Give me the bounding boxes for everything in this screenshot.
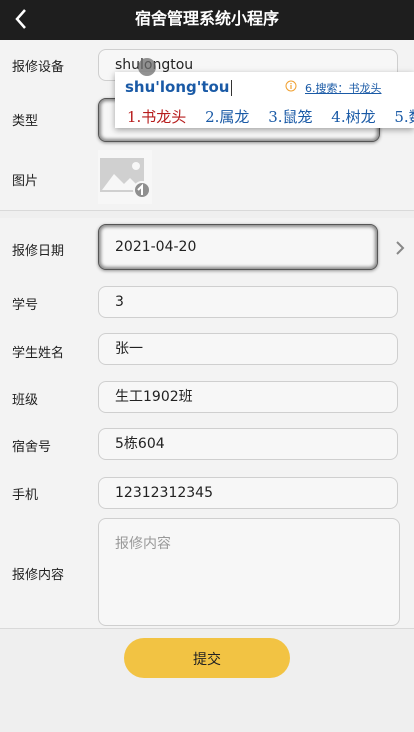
phone-input[interactable]: 12312312345: [98, 477, 398, 509]
date-picker[interactable]: 2021-04-20: [98, 224, 378, 270]
form-row-class: 班级 生工1902班: [0, 374, 414, 421]
form-row-dorm: 宿舍号 5栋604: [0, 420, 414, 469]
dorm-input[interactable]: 5栋604: [98, 428, 398, 460]
image-upload-button[interactable]: [98, 150, 152, 204]
student-name-label: 学生姓名: [12, 346, 65, 361]
chevron-right-icon[interactable]: [394, 240, 406, 256]
ime-candidate[interactable]: 5.数: [394, 108, 414, 126]
student-no-label: 学号: [12, 298, 39, 313]
form-row-phone: 手机 12312312345: [0, 468, 414, 517]
touch-cursor: [138, 58, 156, 76]
ime-candidate-list: 1.书龙头 2.属龙 3.鼠笼 4.树龙 5.数: [127, 106, 414, 127]
device-label: 报修设备: [12, 60, 65, 75]
form-row-student-no: 学号 3: [0, 280, 414, 327]
add-image-icon: [100, 158, 151, 199]
form-row-student-name: 学生姓名 张一: [0, 326, 414, 375]
ime-candidate[interactable]: 2.属龙: [205, 108, 249, 126]
student-no-input[interactable]: 3: [98, 286, 398, 318]
info-icon: [285, 80, 297, 92]
class-label: 班级: [12, 393, 39, 408]
form-row-content: 报修内容 报修内容: [0, 516, 414, 629]
submit-button[interactable]: 提交: [124, 638, 290, 678]
navigation-bar: 宿舍管理系统小程序: [0, 0, 414, 40]
ime-candidate[interactable]: 3.鼠笼: [268, 108, 312, 126]
page-title: 宿舍管理系统小程序: [134, 9, 279, 28]
ime-candidate-window: shu'long'tou 6.搜索：书龙头 1.书龙头 2.属龙 3.鼠笼 4.…: [115, 72, 414, 128]
student-name-input[interactable]: 张一: [98, 333, 398, 365]
ime-candidate[interactable]: 4.树龙: [331, 108, 375, 126]
form-row-image: 图片: [0, 148, 414, 211]
ime-composition: shu'long'tou: [125, 78, 232, 96]
date-label: 报修日期: [12, 244, 65, 259]
ime-candidate[interactable]: 1.书龙头: [127, 108, 186, 126]
form-row-date: 报修日期 2021-04-20: [0, 218, 414, 281]
phone-label: 手机: [12, 488, 39, 503]
dorm-label: 宿舍号: [12, 440, 52, 455]
class-input[interactable]: 生工1902班: [98, 381, 398, 413]
image-label: 图片: [12, 174, 39, 189]
ime-search-link[interactable]: 6.搜索：书龙头: [305, 80, 382, 96]
type-label: 类型: [12, 114, 39, 129]
content-label: 报修内容: [12, 568, 65, 583]
content-textarea[interactable]: 报修内容: [98, 518, 400, 626]
